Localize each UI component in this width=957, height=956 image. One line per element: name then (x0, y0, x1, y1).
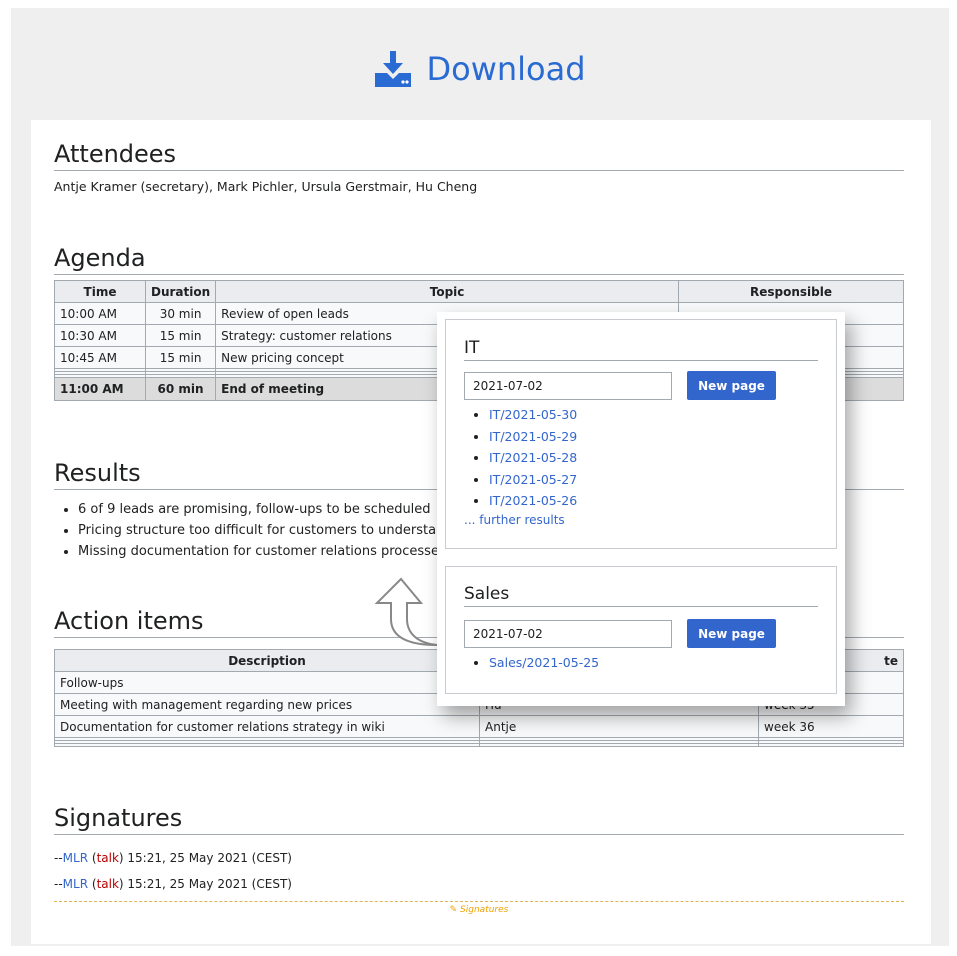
results-list: 6 of 9 leads are promising, follow-ups t… (54, 499, 453, 562)
agenda-col-duration: Duration (144, 280, 217, 303)
curved-arrow-icon (374, 577, 438, 646)
signature-prefix: -- (54, 851, 63, 865)
it-page-link[interactable]: IT/2021-05-29 (489, 429, 577, 444)
sales-new-page-button[interactable]: New page (687, 619, 776, 648)
action-description: Meeting with management regarding new pr… (54, 693, 480, 716)
signatures-heading: Signatures (54, 804, 904, 835)
download-label: Download (426, 50, 586, 88)
it-page-link[interactable]: IT/2021-05-28 (489, 450, 577, 465)
sales-page-list: Sales/2021-05-25 (464, 652, 599, 674)
it-section: IT 2021-07-02 New page IT/2021-05-30 IT/… (445, 319, 837, 549)
list-item: Pricing structure too difficult for cust… (78, 520, 453, 541)
sales-title: Sales (464, 584, 818, 607)
agenda-duration: 15 min (144, 346, 217, 369)
agenda-time: 10:45 AM (54, 346, 146, 369)
dated-pages-popup: IT 2021-07-02 New page IT/2021-05-30 IT/… (437, 312, 845, 706)
table-row: Documentation for customer relations str… (54, 715, 904, 738)
action-who: Antje (479, 715, 759, 738)
talk-link[interactable]: talk (97, 851, 119, 865)
signature-prefix: -- (54, 877, 63, 891)
actions-col-description: Description (54, 649, 480, 672)
agenda-time: 10:30 AM (54, 324, 146, 347)
signature-timestamp: 15:21, 25 May 2021 (CEST) (127, 851, 292, 865)
agenda-col-topic: Topic (215, 280, 679, 303)
agenda-time: 10:00 AM (54, 302, 146, 325)
agenda-col-time: Time (54, 280, 146, 303)
download-link[interactable]: Download (374, 50, 586, 88)
user-link[interactable]: MLR (63, 851, 88, 865)
further-results-link[interactable]: ... further results (464, 513, 565, 527)
table-row-empty (54, 743, 904, 747)
signature-tag[interactable]: ✎ Signatures (54, 905, 904, 915)
list-item: 6 of 9 leads are promising, follow-ups t… (78, 499, 453, 520)
signature-line: --MLR (talk) 15:21, 25 May 2021 (CEST) (54, 877, 292, 891)
agenda-total-time: 11:00 AM (54, 377, 146, 401)
pen-icon: ✎ (449, 905, 458, 915)
it-page-link[interactable]: IT/2021-05-26 (489, 493, 577, 508)
download-area: Download (11, 50, 949, 91)
agenda-duration: 30 min (144, 302, 217, 325)
it-page-link[interactable]: IT/2021-05-27 (489, 472, 577, 487)
signature-tag-label: Signatures (460, 905, 509, 915)
signature-divider (54, 901, 904, 902)
list-item: Missing documentation for customer relat… (78, 541, 453, 562)
agenda-total-duration: 60 min (144, 377, 217, 401)
it-page-list: IT/2021-05-30 IT/2021-05-29 IT/2021-05-2… (464, 404, 577, 512)
attendees-text: Antje Kramer (secretary), Mark Pichler, … (54, 179, 478, 194)
signature-line: --MLR (talk) 15:21, 25 May 2021 (CEST) (54, 851, 292, 865)
download-icon (374, 51, 412, 87)
it-date-input[interactable]: 2021-07-02 (464, 372, 672, 400)
sales-date-input[interactable]: 2021-07-02 (464, 620, 672, 648)
sales-section: Sales 2021-07-02 New page Sales/2021-05-… (445, 566, 837, 694)
action-description: Follow-ups (54, 671, 480, 694)
it-title: IT (464, 338, 818, 361)
sales-page-link[interactable]: Sales/2021-05-25 (489, 655, 599, 670)
action-date: week 36 (758, 715, 904, 738)
action-description: Documentation for customer relations str… (54, 715, 480, 738)
it-new-page-button[interactable]: New page (687, 371, 776, 400)
agenda-duration: 15 min (144, 324, 217, 347)
user-link[interactable]: MLR (63, 877, 88, 891)
it-page-link[interactable]: IT/2021-05-30 (489, 407, 577, 422)
attendees-heading: Attendees (54, 140, 904, 171)
agenda-col-responsible: Responsible (678, 280, 904, 303)
signature-timestamp: 15:21, 25 May 2021 (CEST) (127, 877, 292, 891)
talk-link[interactable]: talk (97, 877, 119, 891)
agenda-heading: Agenda (54, 244, 904, 275)
